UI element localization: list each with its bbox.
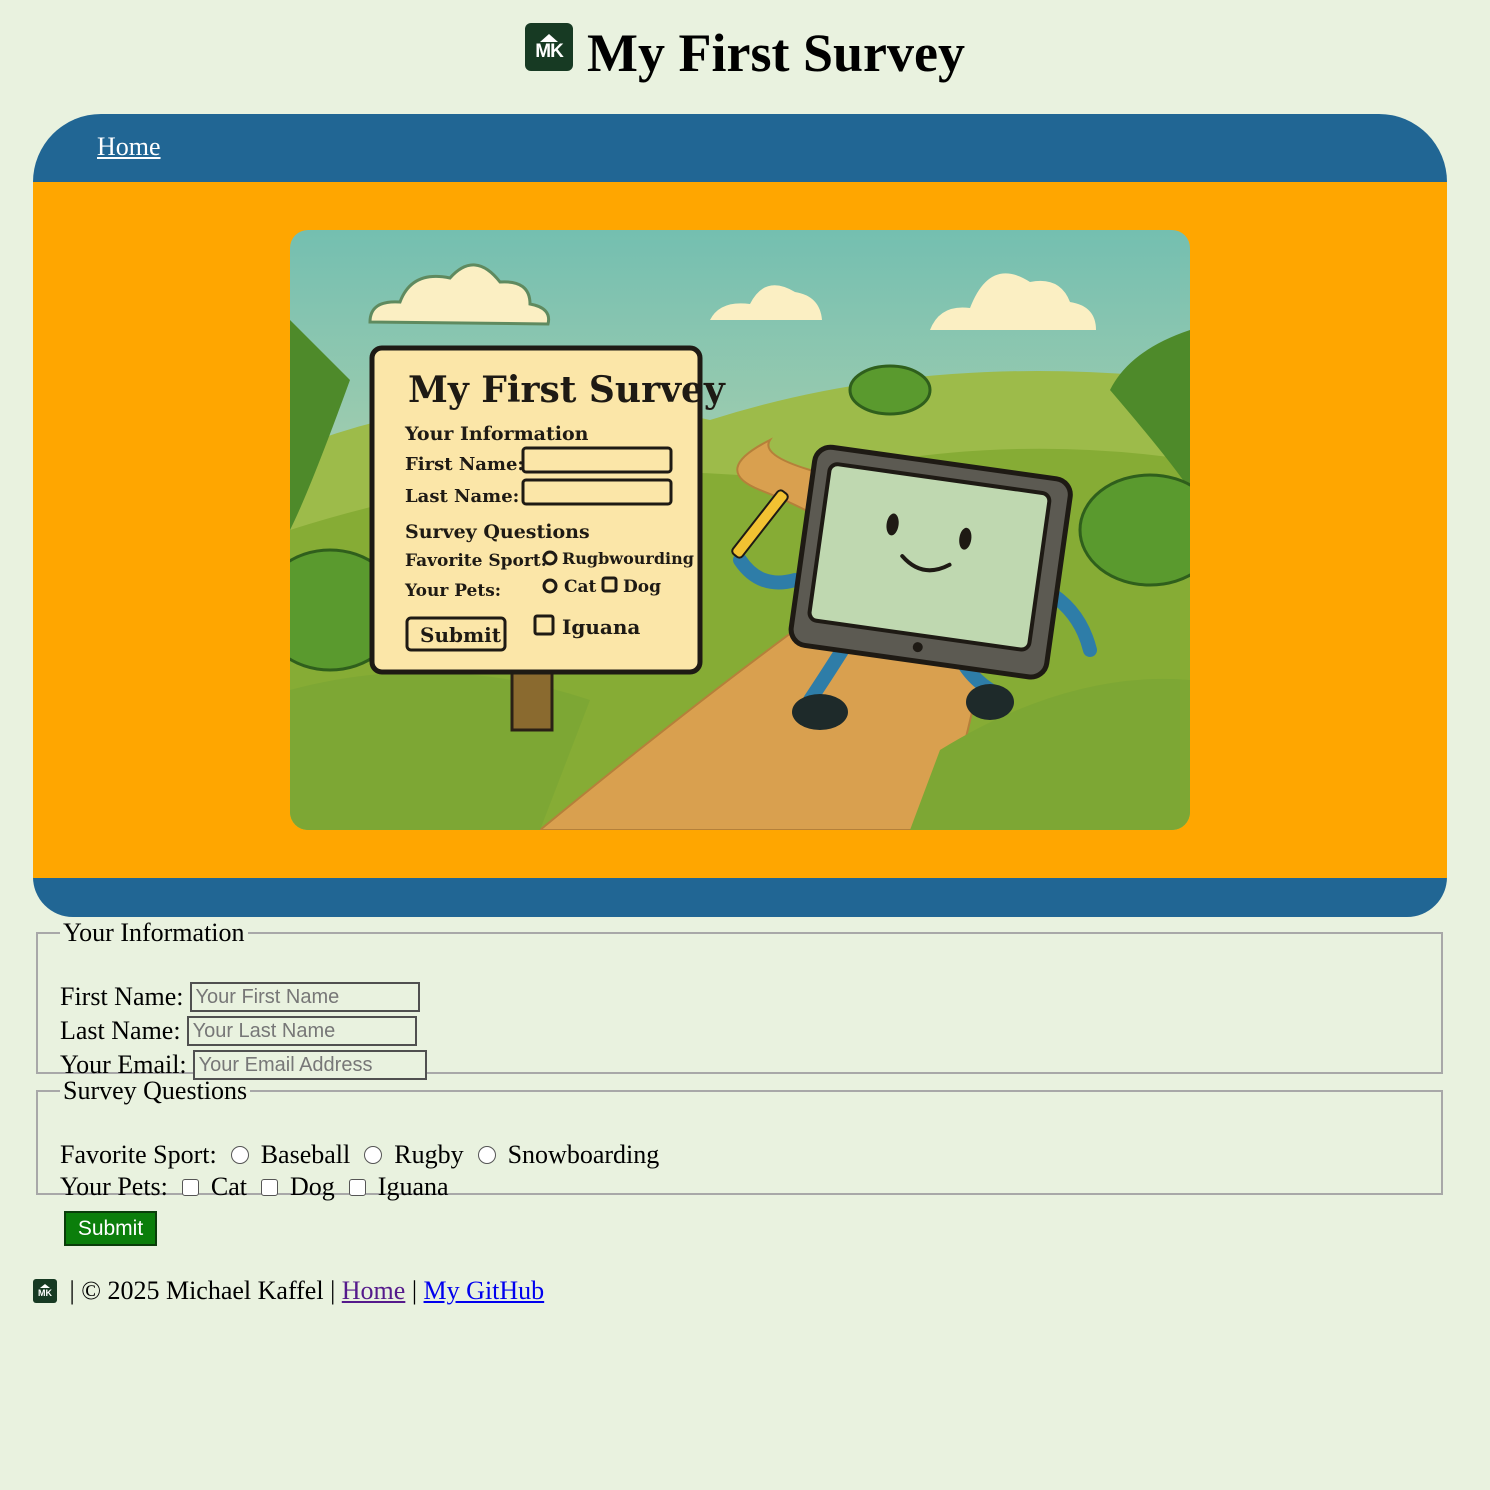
svg-text:Last Name:: Last Name: bbox=[405, 486, 519, 507]
sign-title: My First Survey bbox=[408, 369, 726, 411]
rugby-label: Rugby bbox=[394, 1140, 464, 1169]
first-name-row: First Name: bbox=[60, 982, 420, 1012]
svg-text:Favorite Sport:: Favorite Sport: bbox=[405, 551, 547, 571]
banner-body: My First Survey Your Information First N… bbox=[33, 182, 1447, 878]
svg-text:Your Pets:: Your Pets: bbox=[404, 581, 501, 601]
last-name-row: Last Name: bbox=[60, 1016, 417, 1046]
submit-button[interactable]: Submit bbox=[64, 1211, 157, 1246]
footer-copyright: | © 2025 Michael Kaffel | bbox=[63, 1276, 342, 1305]
your-information-fieldset: Your Information First Name: Last Name: … bbox=[36, 918, 1443, 1080]
your-pets-row: Your Pets: Cat Dog Iguana bbox=[60, 1172, 449, 1202]
dog-label: Dog bbox=[290, 1172, 335, 1201]
svg-text:Dog: Dog bbox=[623, 577, 661, 597]
banner: Home My First Survey Your Information Fi… bbox=[33, 114, 1447, 917]
baseball-radio[interactable] bbox=[230, 1146, 249, 1164]
svg-text:Submit: Submit bbox=[420, 623, 502, 647]
cat-checkbox[interactable] bbox=[181, 1178, 199, 1196]
footer-home-link[interactable]: Home bbox=[342, 1276, 406, 1306]
nav-home-link[interactable]: Home bbox=[97, 132, 161, 161]
nav-bar: Home bbox=[97, 132, 161, 162]
rugby-radio[interactable] bbox=[364, 1146, 383, 1164]
last-name-input[interactable] bbox=[186, 1016, 417, 1046]
svg-text:First Name:: First Name: bbox=[405, 454, 524, 475]
snowboarding-radio[interactable] bbox=[477, 1146, 496, 1164]
mk-logo-icon: MK bbox=[525, 23, 574, 71]
svg-text:Rugbwourding: Rugbwourding bbox=[562, 549, 694, 568]
snowboarding-label: Snowboarding bbox=[507, 1140, 660, 1169]
page-title: My First Survey bbox=[587, 23, 965, 83]
survey-questions-legend: Survey Questions bbox=[63, 1076, 248, 1105]
svg-text:Survey Questions: Survey Questions bbox=[405, 521, 590, 543]
svg-text:Cat: Cat bbox=[564, 577, 597, 597]
dog-checkbox[interactable] bbox=[261, 1178, 279, 1196]
iguana-checkbox[interactable] bbox=[348, 1178, 366, 1196]
your-pets-label: Your Pets: bbox=[60, 1172, 168, 1201]
favorite-sport-label: Favorite Sport: bbox=[60, 1140, 217, 1169]
baseball-label: Baseball bbox=[260, 1140, 351, 1169]
your-information-legend: Your Information bbox=[63, 918, 245, 947]
mk-logo-small-icon: MK bbox=[33, 1279, 57, 1303]
survey-questions-fieldset: Survey Questions Favorite Sport: Basebal… bbox=[36, 1076, 1443, 1201]
first-name-input[interactable] bbox=[189, 982, 420, 1012]
last-name-label: Last Name: bbox=[60, 1016, 181, 1045]
iguana-label: Iguana bbox=[377, 1172, 449, 1201]
footer: MK | © 2025 Michael Kaffel | Home | My G… bbox=[33, 1276, 544, 1306]
favorite-sport-row: Favorite Sport: Baseball Rugby Snowboard… bbox=[60, 1140, 659, 1170]
site-header: MK My First Survey bbox=[0, 18, 1490, 88]
svg-text:Iguana: Iguana bbox=[562, 615, 640, 639]
footer-separator: | bbox=[405, 1276, 424, 1305]
footer-github-link[interactable]: My GitHub bbox=[424, 1276, 545, 1306]
cat-label: Cat bbox=[210, 1172, 248, 1201]
first-name-label: First Name: bbox=[60, 982, 184, 1011]
svg-text:Your Information: Your Information bbox=[404, 423, 589, 445]
hero-illustration: My First Survey Your Information First N… bbox=[290, 230, 1190, 830]
